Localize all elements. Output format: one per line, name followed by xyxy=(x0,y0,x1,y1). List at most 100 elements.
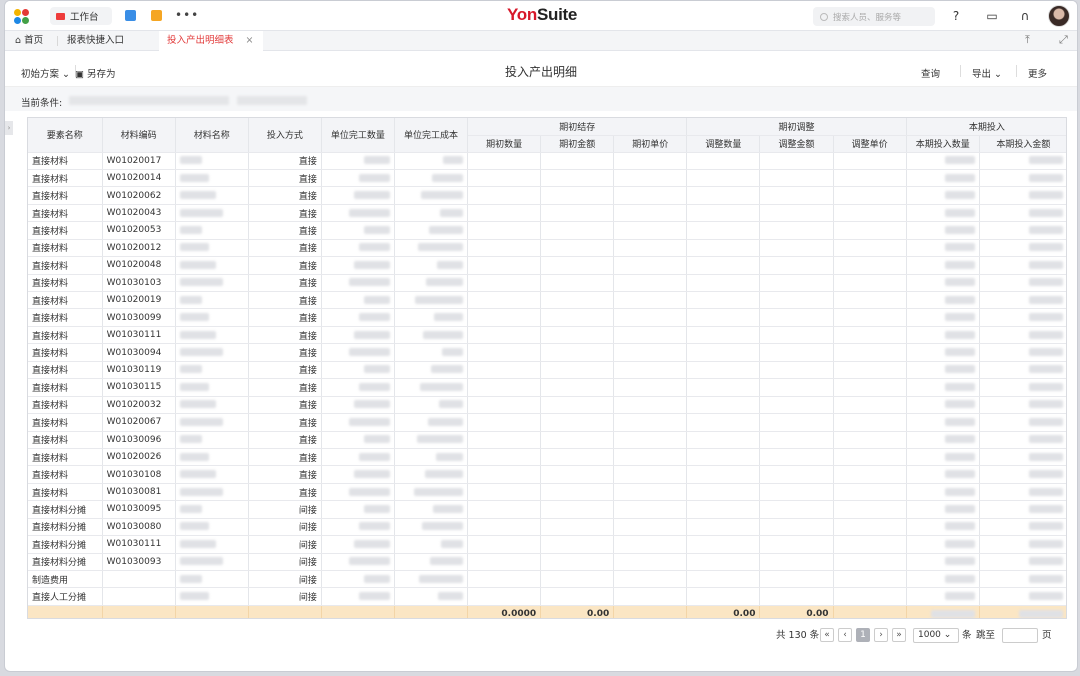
first-page-icon[interactable]: « xyxy=(820,628,834,642)
table-row[interactable]: 直接材料 W01020053 直接 xyxy=(28,221,1066,240)
cell-adj-amt xyxy=(759,413,834,432)
cell-name xyxy=(175,221,249,240)
table-row[interactable]: 直接材料 W01020026 直接 xyxy=(28,448,1066,467)
table-row[interactable]: 直接材料分摊 W01030080 间接 xyxy=(28,518,1066,537)
col-cur-qty[interactable]: 本期投入数量 xyxy=(906,135,980,153)
table-row[interactable]: 直接材料 W01020067 直接 xyxy=(28,413,1066,432)
more-apps-button[interactable]: ••• xyxy=(175,8,199,22)
cell-code: W01020062 xyxy=(102,186,176,205)
table-row[interactable]: 直接材料 W01030119 直接 xyxy=(28,361,1066,380)
close-icon[interactable]: × xyxy=(246,35,254,46)
cell-unit-qty xyxy=(321,221,395,240)
redacted-value xyxy=(944,487,975,496)
table-row[interactable]: 直接人工分摊 间接 xyxy=(28,587,1066,606)
tab-home[interactable]: ⌂ 首页 xyxy=(7,31,51,51)
prev-page-icon[interactable]: ‹ xyxy=(838,628,852,642)
cell-code: W01030115 xyxy=(102,378,176,397)
col-unit-cost[interactable]: 单位完工成本 xyxy=(394,118,469,153)
redacted-value xyxy=(179,435,202,444)
table-row[interactable]: 直接材料 W01020017 直接 xyxy=(28,152,1066,170)
table-row[interactable]: 直接材料 W01020012 直接 xyxy=(28,239,1066,258)
cell-adj-qty xyxy=(686,413,761,432)
cell-code: W01030103 xyxy=(102,274,176,293)
table-row[interactable]: 直接材料 W01030111 直接 xyxy=(28,326,1066,345)
next-page-icon[interactable]: › xyxy=(874,628,888,642)
table-row[interactable]: 直接材料 W01020048 直接 xyxy=(28,256,1066,275)
calendar-icon[interactable] xyxy=(151,10,162,21)
goto-page-input[interactable] xyxy=(1002,628,1038,643)
cell-open-amt xyxy=(540,169,615,188)
upload-icon[interactable]: ⤒ xyxy=(1025,33,1030,47)
table-row[interactable]: 直接材料 W01020019 直接 xyxy=(28,291,1066,310)
cell-adj-price xyxy=(833,448,907,467)
app-logo-icon[interactable] xyxy=(14,9,30,25)
message-icon[interactable]: ▭ xyxy=(985,9,999,23)
current-page[interactable]: 1 xyxy=(856,628,870,642)
table-row[interactable]: 直接材料 W01030108 直接 xyxy=(28,465,1066,484)
table-row[interactable]: 直接材料 W01030099 直接 xyxy=(28,308,1066,327)
cell-name xyxy=(175,518,249,537)
export-dropdown[interactable]: 导出 ⌄ xyxy=(972,66,1002,80)
col-open-amt[interactable]: 期初金额 xyxy=(540,135,615,153)
query-button[interactable]: 查询 xyxy=(921,66,940,80)
table-row[interactable]: 直接材料 W01030103 直接 xyxy=(28,274,1066,293)
redacted-value xyxy=(1029,592,1063,601)
cell-code: W01020019 xyxy=(102,291,176,310)
table-row[interactable]: 直接材料 W01030115 直接 xyxy=(28,378,1066,397)
tab-io-detail[interactable]: 投入产出明细表 × xyxy=(159,31,263,51)
table-row[interactable]: 直接材料 W01030081 直接 xyxy=(28,483,1066,502)
table-row[interactable]: 直接材料分摊 W01030111 间接 xyxy=(28,535,1066,554)
table-row[interactable]: 直接材料 W01030094 直接 xyxy=(28,343,1066,362)
table-row[interactable]: 直接材料 W01030096 直接 xyxy=(28,431,1066,449)
cell-open-amt xyxy=(540,553,615,572)
avatar[interactable] xyxy=(1048,5,1070,27)
col-adj-price[interactable]: 调整单价 xyxy=(833,135,907,153)
col-element[interactable]: 要素名称 xyxy=(28,118,103,153)
cell-code: W01020026 xyxy=(102,448,176,467)
group-opening: 期初结存 xyxy=(467,118,688,136)
table-row[interactable]: 直接材料 W01020062 直接 xyxy=(28,186,1066,205)
col-open-price[interactable]: 期初单价 xyxy=(613,135,688,153)
table-row[interactable]: 直接材料 W01020043 直接 xyxy=(28,204,1066,223)
table-row[interactable]: 制造费用 间接 xyxy=(28,570,1066,589)
table-row[interactable]: 直接材料分摊 W01030095 间接 xyxy=(28,500,1066,519)
col-open-qty[interactable]: 期初数量 xyxy=(467,135,542,153)
col-unit-qty[interactable]: 单位完工数量 xyxy=(321,118,395,153)
apps-icon[interactable] xyxy=(125,10,136,21)
tab-report-entry[interactable]: 报表快捷入口 xyxy=(59,31,132,51)
cell-method: 直接 xyxy=(248,361,322,380)
table-row[interactable]: 直接材料 W01020032 直接 xyxy=(28,396,1066,415)
table-row[interactable]: 直接材料 W01020014 直接 xyxy=(28,169,1066,188)
fullscreen-icon[interactable]: ⤢ xyxy=(1059,33,1068,47)
cell-adj-price xyxy=(833,553,907,572)
collapse-toggle[interactable]: › xyxy=(5,121,13,135)
page-size-select[interactable]: 1000 ⌄ xyxy=(913,628,959,643)
cell-adj-price xyxy=(833,186,907,205)
help-icon[interactable]: ? xyxy=(949,9,963,23)
col-adj-amt[interactable]: 调整金额 xyxy=(759,135,834,153)
workbench-button[interactable]: 工作台 xyxy=(50,7,112,25)
redacted-value xyxy=(1029,557,1063,566)
col-method[interactable]: 投入方式 xyxy=(248,118,322,153)
last-page-icon[interactable]: » xyxy=(892,628,906,642)
cell-element: 直接材料分摊 xyxy=(28,553,103,572)
table-row[interactable]: 直接材料分摊 W01030093 间接 xyxy=(28,553,1066,572)
cell-element: 直接材料分摊 xyxy=(28,535,103,554)
headset-icon[interactable]: ∩ xyxy=(1018,9,1032,23)
cell-open-amt xyxy=(540,413,615,432)
cell-adj-qty xyxy=(686,587,761,606)
cell-adj-qty xyxy=(686,152,761,170)
col-adj-qty[interactable]: 调整数量 xyxy=(686,135,761,153)
col-name[interactable]: 材料名称 xyxy=(175,118,249,153)
redacted-value xyxy=(1029,278,1063,287)
cell-adj-amt xyxy=(759,396,834,415)
global-search-input[interactable]: 搜索人员、服务等 xyxy=(813,7,935,26)
cell-cur-amt xyxy=(979,204,1066,223)
col-cur-amt[interactable]: 本期投入金额 xyxy=(979,135,1066,153)
cell-open-amt xyxy=(540,204,615,223)
more-button[interactable]: 更多 xyxy=(1028,66,1047,80)
cell-adj-amt xyxy=(759,169,834,188)
col-code[interactable]: 材料编码 xyxy=(102,118,176,153)
redacted-value xyxy=(353,470,390,479)
cell-cur-qty xyxy=(906,518,980,537)
